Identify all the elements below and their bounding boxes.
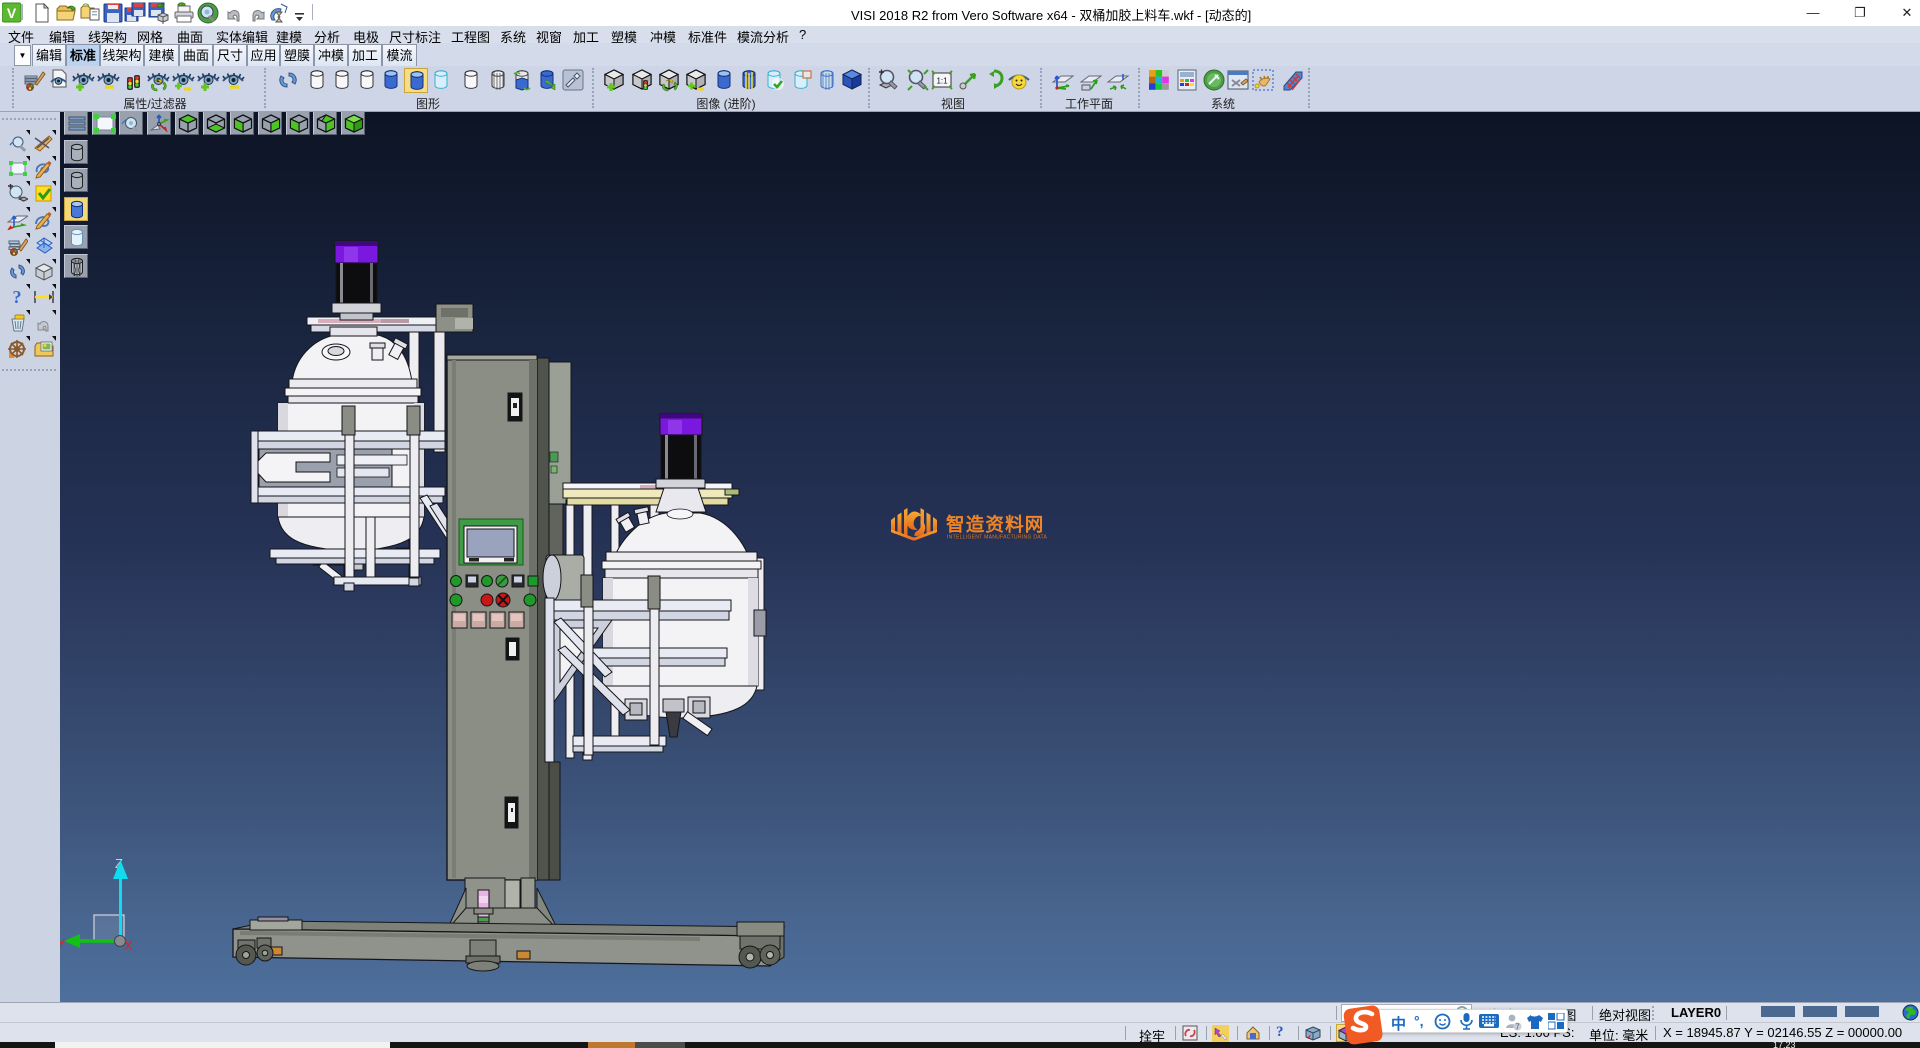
svg-text:X: X: [124, 938, 133, 953]
svg-text:7: 7: [1515, 1023, 1520, 1032]
svg-text:V: V: [7, 5, 17, 21]
svg-text:1:1: 1:1: [936, 77, 948, 86]
svg-text:Y: Y: [60, 936, 66, 951]
svg-text:智造资料网: 智造资料网: [946, 514, 1045, 535]
svg-text:INTELLIGENT MANUFACTURING DATA: INTELLIGENT MANUFACTURING DATA: [947, 535, 1047, 541]
svg-text:?: ?: [13, 287, 22, 307]
